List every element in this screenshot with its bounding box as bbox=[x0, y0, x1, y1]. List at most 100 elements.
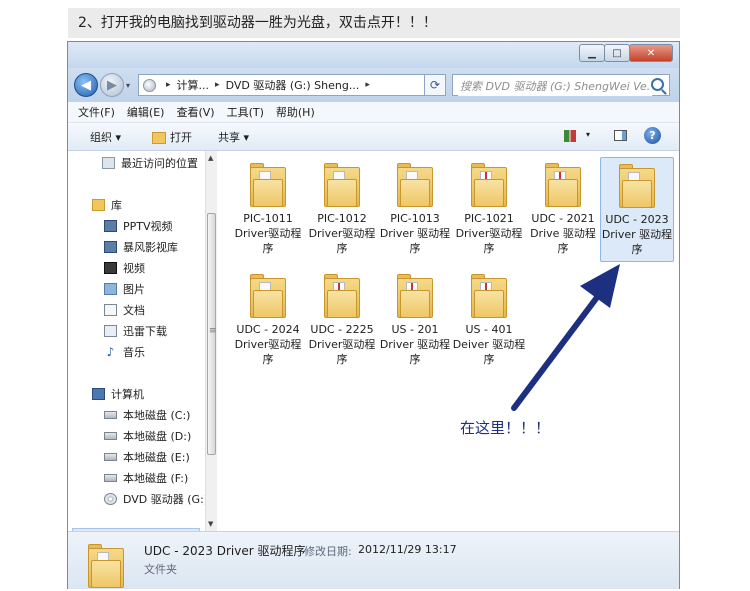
menu-edit[interactable]: 编辑(E) bbox=[127, 104, 165, 120]
search-box bbox=[452, 74, 670, 96]
menu-help[interactable]: 帮助(H) bbox=[276, 104, 315, 120]
nav-drive-label: 本地磁盘 (C:) bbox=[123, 409, 191, 422]
view-dropdown-icon[interactable]: ▾ bbox=[586, 130, 590, 139]
folder-item[interactable]: US - 201 Driver 驱动程序 bbox=[378, 268, 452, 367]
nav-library-music[interactable]: ♪ 音乐 bbox=[104, 344, 145, 360]
forward-button[interactable]: ▶ bbox=[100, 73, 124, 97]
search-input[interactable] bbox=[458, 76, 652, 96]
nav-library-label: 音乐 bbox=[123, 346, 145, 359]
nav-drive-label: 本地磁盘 (F:) bbox=[123, 472, 189, 485]
recent-pages-dropdown[interactable]: ▾ bbox=[126, 81, 130, 90]
nav-library-label: 视频 bbox=[123, 262, 145, 275]
folder-name: UDC - 2225 Driver驱动程序 bbox=[308, 323, 376, 366]
view-options-icon[interactable] bbox=[564, 130, 576, 142]
share-button[interactable]: 共享 ▾ bbox=[218, 129, 249, 145]
folder-name: UDC - 2021 Drive 驱动程序 bbox=[530, 212, 596, 255]
folder-item[interactable]: PIC-1011 Driver驱动程序 bbox=[231, 157, 305, 256]
title-bar: ▁ □ ✕ bbox=[68, 42, 679, 68]
download-icon bbox=[104, 325, 117, 337]
folder-icon bbox=[88, 544, 124, 588]
nav-drive-f[interactable]: 本地磁盘 (F:) bbox=[104, 470, 188, 486]
scroll-down-arrow-icon[interactable]: ▼ bbox=[208, 520, 213, 528]
nav-library-baofeng[interactable]: 暴风影视库 bbox=[104, 239, 178, 255]
nav-library-documents[interactable]: 文档 bbox=[104, 302, 145, 318]
hard-drive-icon bbox=[104, 474, 117, 482]
hard-drive-icon bbox=[104, 411, 117, 419]
scrollbar-grip-icon: ≡ bbox=[209, 326, 217, 336]
nav-library-label: 图片 bbox=[123, 283, 145, 296]
computer-icon bbox=[92, 388, 105, 400]
folder-item[interactable]: UDC - 2225 Driver驱动程序 bbox=[305, 268, 379, 367]
caption-text: 2、打开我的电脑找到驱动器一胜为光盘，双击点开！！！ bbox=[68, 8, 680, 38]
nav-computer[interactable]: 计算机 bbox=[92, 386, 144, 402]
library-icon bbox=[92, 199, 105, 211]
maximize-button[interactable]: □ bbox=[604, 44, 630, 62]
folder-name: PIC-1011 Driver驱动程序 bbox=[234, 212, 302, 255]
nav-drive-c[interactable]: 本地磁盘 (C:) bbox=[104, 407, 190, 423]
search-icon[interactable] bbox=[651, 78, 664, 91]
folder-name: UDC - 2023 Driver 驱动程序 bbox=[601, 213, 673, 256]
close-button[interactable]: ✕ bbox=[629, 44, 673, 62]
folder-icon bbox=[324, 163, 360, 207]
menu-file[interactable]: 文件(F) bbox=[78, 104, 115, 120]
address-row: ◀ ▶ ▾ ▸ 计算... ▸ DVD 驱动器 (G:) Sheng... ▸ … bbox=[68, 68, 679, 102]
nav-drive-e[interactable]: 本地磁盘 (E:) bbox=[104, 449, 190, 465]
folder-item-selected[interactable]: UDC - 2023 Driver 驱动程序 bbox=[600, 157, 674, 262]
help-icon[interactable]: ? bbox=[644, 127, 661, 144]
folder-name: PIC-1021 Driver驱动程序 bbox=[455, 212, 523, 255]
nav-libraries-label: 库 bbox=[111, 199, 122, 212]
modified-date-value: 2012/11/29 13:17 bbox=[358, 543, 457, 556]
music-note-icon: ♪ bbox=[106, 345, 115, 359]
nav-library-label: 暴风影视库 bbox=[123, 241, 178, 254]
document-icon bbox=[104, 304, 117, 316]
minimize-button[interactable]: ▁ bbox=[579, 44, 605, 62]
nav-library-videos[interactable]: 视频 bbox=[104, 260, 145, 276]
nav-drive-d[interactable]: 本地磁盘 (D:) bbox=[104, 428, 191, 444]
folder-item[interactable]: PIC-1013 Driver 驱动程序 bbox=[378, 157, 452, 256]
nav-library-pictures[interactable]: 图片 bbox=[104, 281, 145, 297]
navigation-pane: 最近访问的位置 库 PPTV视频 暴风影视库 视频 图片 文档 迅雷下载 ♪ 音乐… bbox=[68, 151, 208, 548]
back-button[interactable]: ◀ bbox=[74, 73, 98, 97]
pointer-arrow-icon bbox=[511, 264, 620, 411]
menu-view[interactable]: 查看(V) bbox=[176, 104, 214, 120]
item-type: 文件夹 bbox=[144, 563, 177, 576]
folder-name: UDC - 2024 Driver驱动程序 bbox=[234, 323, 302, 366]
scroll-up-arrow-icon[interactable]: ▲ bbox=[208, 154, 213, 162]
folder-icon bbox=[397, 274, 433, 318]
scrollbar-thumb[interactable]: ≡ bbox=[207, 213, 217, 455]
recent-places-icon bbox=[102, 157, 115, 169]
video-library-icon bbox=[104, 220, 117, 232]
folder-icon bbox=[324, 274, 360, 318]
nav-drive-label: 本地磁盘 (E:) bbox=[123, 451, 190, 464]
folder-icon bbox=[471, 163, 507, 207]
nav-recent-places[interactable]: 最近访问的位置 bbox=[102, 155, 198, 171]
open-button[interactable]: 打开 bbox=[152, 129, 192, 145]
nav-scrollbar[interactable]: ▲ ≡ ▼ bbox=[205, 151, 217, 531]
breadcrumb-dvd-drive[interactable]: DVD 驱动器 (G:) Sheng... bbox=[226, 77, 360, 93]
nav-dvd-label: DVD 驱动器 (G:) bbox=[123, 493, 209, 506]
nav-computer-label: 计算机 bbox=[111, 388, 144, 401]
open-label: 打开 bbox=[170, 131, 192, 144]
folder-name: PIC-1012 Driver驱动程序 bbox=[308, 212, 376, 255]
preview-pane-icon[interactable] bbox=[614, 130, 627, 141]
folder-item[interactable]: UDC - 2021 Drive 驱动程序 bbox=[526, 157, 600, 256]
folder-item[interactable]: UDC - 2024 Driver驱动程序 bbox=[231, 268, 305, 367]
address-bar[interactable]: ▸ 计算... ▸ DVD 驱动器 (G:) Sheng... ▸ ▾ bbox=[138, 74, 442, 96]
picture-icon bbox=[104, 283, 117, 295]
breadcrumb-separator: ▸ bbox=[166, 80, 171, 90]
folder-item[interactable]: PIC-1021 Driver驱动程序 bbox=[452, 157, 526, 256]
nav-dvd-drive[interactable]: DVD 驱动器 (G:) bbox=[104, 491, 208, 507]
breadcrumb-computer[interactable]: 计算... bbox=[177, 77, 210, 93]
menu-tools[interactable]: 工具(T) bbox=[227, 104, 264, 120]
folder-item[interactable]: PIC-1012 Driver驱动程序 bbox=[305, 157, 379, 256]
organize-button[interactable]: 组织 ▾ bbox=[90, 129, 121, 145]
nav-libraries[interactable]: 库 bbox=[92, 197, 122, 213]
nav-library-pptv[interactable]: PPTV视频 bbox=[104, 218, 173, 234]
folder-icon bbox=[619, 164, 655, 208]
nav-library-label: 迅雷下载 bbox=[123, 325, 167, 338]
dvd-drive-icon bbox=[104, 493, 117, 505]
refresh-button[interactable]: ⟳ bbox=[424, 74, 446, 96]
menu-bar: 文件(F) 编辑(E) 查看(V) 工具(T) 帮助(H) bbox=[68, 102, 679, 123]
details-pane: UDC - 2023 Driver 驱动程序 修改日期: 2012/11/29 … bbox=[68, 531, 679, 589]
nav-library-thunder-downloads[interactable]: 迅雷下载 bbox=[104, 323, 167, 339]
